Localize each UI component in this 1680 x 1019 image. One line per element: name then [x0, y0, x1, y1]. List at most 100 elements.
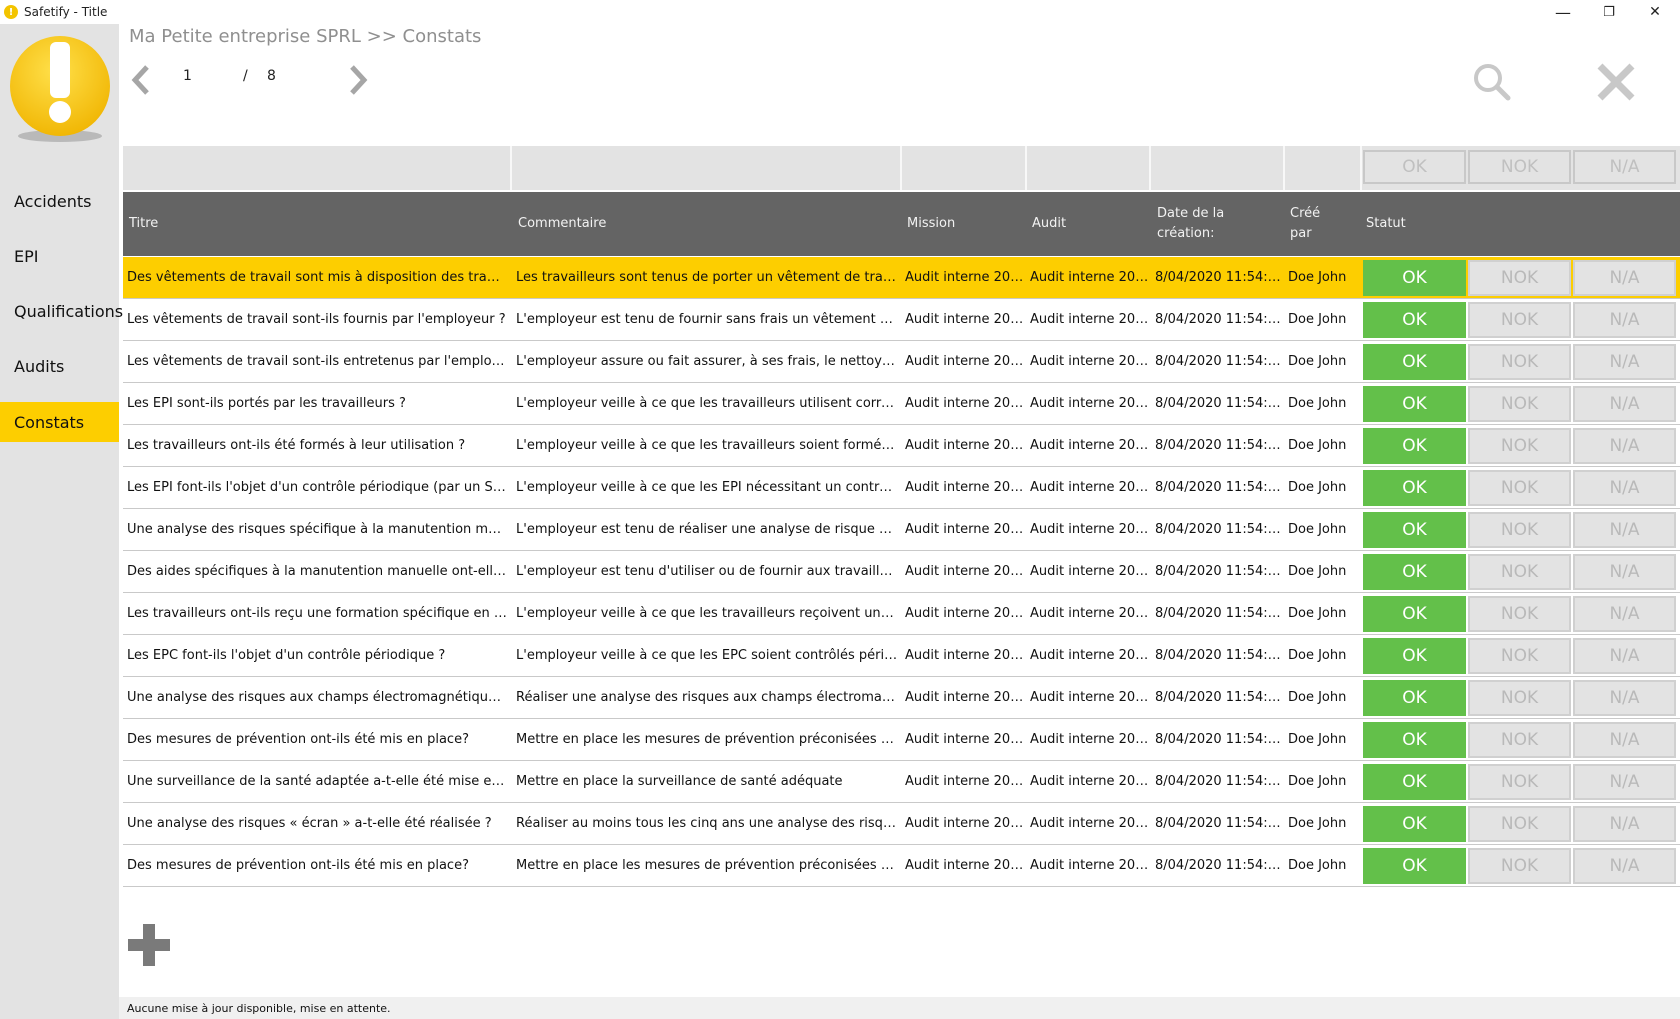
- status-ok-button[interactable]: OK: [1363, 344, 1466, 380]
- status-nok-button[interactable]: NOK: [1468, 680, 1571, 716]
- sidebar-item-audits[interactable]: Audits: [0, 346, 119, 386]
- table-row[interactable]: Des aides spécifiques à la manutention m…: [123, 551, 1680, 593]
- cell-cree-par-text: Doe John: [1288, 438, 1347, 453]
- status-na-button[interactable]: N/A: [1573, 386, 1676, 422]
- status-nok-button[interactable]: NOK: [1468, 512, 1571, 548]
- status-ok-button[interactable]: OK: [1363, 806, 1466, 842]
- table-row[interactable]: Une analyse des risques aux champs élect…: [123, 677, 1680, 719]
- table-row[interactable]: Une analyse des risques « écran » a-t-el…: [123, 803, 1680, 845]
- sidebar-item-accidents[interactable]: Accidents: [0, 181, 119, 221]
- table-header: Titre Commentaire Mission Audit Date de …: [123, 192, 1680, 256]
- table-row[interactable]: Les EPI sont-ils portés par les travaill…: [123, 383, 1680, 425]
- close-view-button[interactable]: [1594, 60, 1638, 104]
- table-row[interactable]: Les travailleurs ont-ils été formés à le…: [123, 425, 1680, 467]
- close-window-button[interactable]: ✕: [1632, 0, 1678, 24]
- status-nok-button[interactable]: NOK: [1468, 848, 1571, 884]
- sidebar-item-epi[interactable]: EPI: [0, 236, 119, 276]
- status-na-button[interactable]: N/A: [1573, 764, 1676, 800]
- status-nok-button[interactable]: NOK: [1468, 638, 1571, 674]
- status-na-button[interactable]: N/A: [1573, 848, 1676, 884]
- minimize-button[interactable]: —: [1540, 0, 1586, 24]
- status-ok-button[interactable]: OK: [1363, 554, 1466, 590]
- cell-date: 8/04/2020 11:54:26: [1155, 383, 1283, 424]
- table-row[interactable]: Une analyse des risques spécifique à la …: [123, 509, 1680, 551]
- status-nok-button[interactable]: NOK: [1468, 722, 1571, 758]
- next-page-button[interactable]: [343, 62, 373, 98]
- sidebar-item-qualifications[interactable]: Qualifications: [0, 291, 123, 331]
- status-na-button[interactable]: N/A: [1573, 302, 1676, 338]
- table-row[interactable]: Des mesures de prévention ont-ils été mi…: [123, 845, 1680, 887]
- status-nok-button[interactable]: NOK: [1468, 470, 1571, 506]
- status-na-button[interactable]: N/A: [1573, 512, 1676, 548]
- table-row[interactable]: Les vêtements de travail sont-ils entret…: [123, 341, 1680, 383]
- restore-button[interactable]: ❐: [1586, 0, 1632, 24]
- previous-page-button[interactable]: [126, 62, 156, 98]
- status-na-button[interactable]: N/A: [1573, 554, 1676, 590]
- status-ok-button[interactable]: OK: [1363, 512, 1466, 548]
- status-na-button[interactable]: N/A: [1573, 638, 1676, 674]
- status-na-button[interactable]: N/A: [1573, 596, 1676, 632]
- cell-mission: Audit interne 2020: [905, 803, 1025, 844]
- sidebar-item-constats[interactable]: Constats: [0, 402, 119, 442]
- header-audit[interactable]: Audit: [1032, 192, 1150, 256]
- cell-titre: Les travailleurs ont-ils été formés à le…: [127, 425, 507, 466]
- table-row[interactable]: Les vêtements de travail sont-ils fourni…: [123, 299, 1680, 341]
- add-button[interactable]: [126, 922, 172, 968]
- table-row[interactable]: Des vêtements de travail sont mis à disp…: [123, 257, 1680, 299]
- table-row[interactable]: Les EPC font-ils l'objet d'un contrôle p…: [123, 635, 1680, 677]
- cell-cree-par-text: Doe John: [1288, 396, 1347, 411]
- status-na-button[interactable]: N/A: [1573, 722, 1676, 758]
- current-page[interactable]: 1: [183, 68, 192, 84]
- cell-commentaire-text: Mettre en place les mesures de préventio…: [516, 858, 898, 873]
- status-ok-button[interactable]: OK: [1363, 596, 1466, 632]
- filter-na-button[interactable]: N/A: [1573, 150, 1676, 184]
- status-na-button[interactable]: N/A: [1573, 260, 1676, 296]
- status-nok-button[interactable]: NOK: [1468, 596, 1571, 632]
- status-na-button[interactable]: N/A: [1573, 680, 1676, 716]
- status-ok-button[interactable]: OK: [1363, 680, 1466, 716]
- table-row[interactable]: Des mesures de prévention ont-ils été mi…: [123, 719, 1680, 761]
- cell-audit: Audit interne 2020: [1030, 425, 1150, 466]
- status-ok-button[interactable]: OK: [1363, 302, 1466, 338]
- status-nok-button[interactable]: NOK: [1468, 260, 1571, 296]
- table-row[interactable]: Les travailleurs ont-ils reçu une format…: [123, 593, 1680, 635]
- cell-audit: Audit interne 2020: [1030, 761, 1150, 802]
- status-ok-button[interactable]: OK: [1363, 260, 1466, 296]
- status-na-button[interactable]: N/A: [1573, 806, 1676, 842]
- cell-titre: Une analyse des risques aux champs élect…: [127, 677, 507, 718]
- header-commentaire[interactable]: Commentaire: [518, 192, 898, 256]
- status-nok-button[interactable]: NOK: [1468, 386, 1571, 422]
- filter-ok-button[interactable]: OK: [1363, 150, 1466, 184]
- cell-commentaire: L'employeur veille à ce que les EPI néce…: [516, 467, 898, 508]
- status-na-button[interactable]: N/A: [1573, 470, 1676, 506]
- status-nok-button[interactable]: NOK: [1468, 428, 1571, 464]
- header-cree-par[interactable]: Créé par: [1290, 192, 1340, 256]
- filter-nok-button[interactable]: NOK: [1468, 150, 1571, 184]
- status-ok-button[interactable]: OK: [1363, 638, 1466, 674]
- status-na-button[interactable]: N/A: [1573, 344, 1676, 380]
- status-na-button[interactable]: N/A: [1573, 428, 1676, 464]
- status-nok-button[interactable]: NOK: [1468, 554, 1571, 590]
- cell-cree-par: Doe John: [1288, 299, 1363, 340]
- cell-audit: Audit interne 2020: [1030, 383, 1150, 424]
- status-ok-button[interactable]: OK: [1363, 386, 1466, 422]
- search-button[interactable]: [1470, 60, 1514, 104]
- status-nok-button[interactable]: NOK: [1468, 764, 1571, 800]
- status-ok-button[interactable]: OK: [1363, 470, 1466, 506]
- cell-titre-text: Une analyse des risques spécifique à la …: [127, 522, 507, 537]
- cell-titre-text: Des mesures de prévention ont-ils été mi…: [127, 858, 469, 873]
- header-date[interactable]: Date de la création:: [1157, 192, 1257, 256]
- status-ok-button[interactable]: OK: [1363, 428, 1466, 464]
- status-nok-button[interactable]: NOK: [1468, 302, 1571, 338]
- header-statut[interactable]: Statut: [1366, 192, 1466, 256]
- cell-audit-text: Audit interne 2020: [1030, 396, 1150, 411]
- status-ok-button[interactable]: OK: [1363, 722, 1466, 758]
- table-row[interactable]: Une surveillance de la santé adaptée a-t…: [123, 761, 1680, 803]
- status-ok-button[interactable]: OK: [1363, 848, 1466, 884]
- status-nok-button[interactable]: NOK: [1468, 344, 1571, 380]
- status-ok-button[interactable]: OK: [1363, 764, 1466, 800]
- table-row[interactable]: Les EPI font-ils l'objet d'un contrôle p…: [123, 467, 1680, 509]
- header-titre[interactable]: Titre: [129, 192, 509, 256]
- status-nok-button[interactable]: NOK: [1468, 806, 1571, 842]
- header-mission[interactable]: Mission: [907, 192, 1025, 256]
